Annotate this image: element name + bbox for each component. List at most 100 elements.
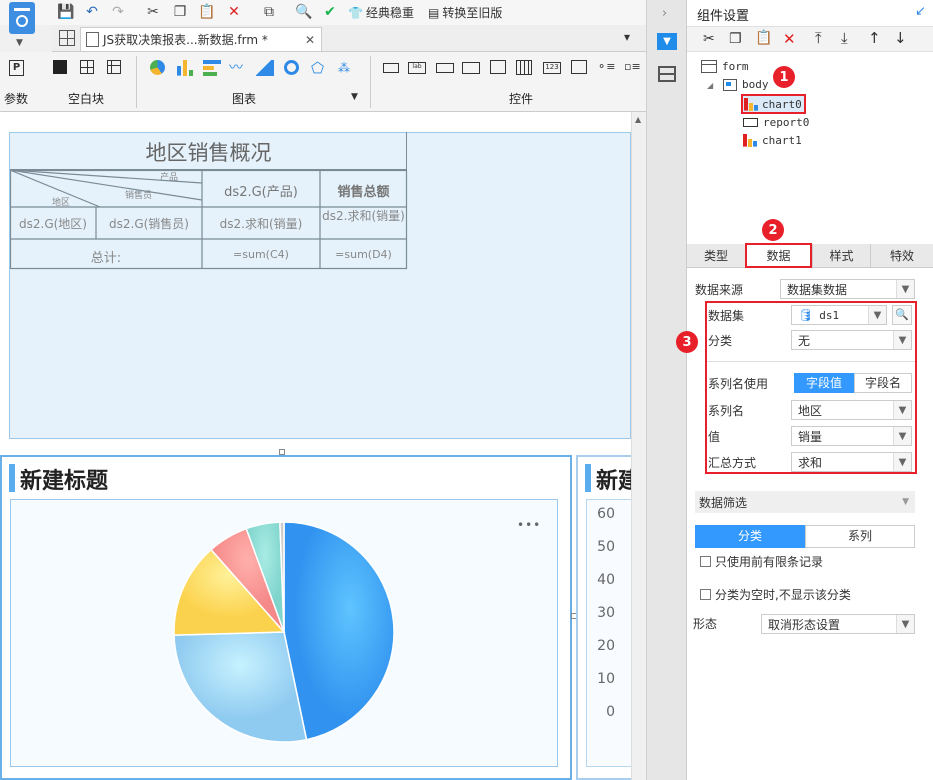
radio-widget-icon[interactable]: ⚬≡ bbox=[597, 60, 615, 76]
limit-records-checkbox[interactable]: 只使用前有限条记录 bbox=[700, 553, 823, 570]
paste-icon[interactable]: 📋 bbox=[197, 3, 217, 21]
seg-field-name[interactable]: 字段名 bbox=[854, 373, 912, 393]
value-select[interactable]: 销量 ▼ bbox=[791, 426, 912, 446]
move-top-icon[interactable]: ⤒ bbox=[815, 29, 822, 47]
tab-style[interactable]: 样式 bbox=[812, 244, 870, 268]
gauge-chart-icon[interactable] bbox=[284, 60, 299, 75]
col-product-cell[interactable]: ds2.G(产品) bbox=[202, 181, 320, 200]
redo-icon[interactable]: ↷ bbox=[108, 3, 128, 21]
tab-menu-icon[interactable]: ▾ bbox=[624, 30, 630, 44]
tab-data[interactable]: 数据 bbox=[745, 243, 812, 268]
tree-item-form[interactable]: form bbox=[701, 60, 749, 73]
date-widget-icon[interactable] bbox=[490, 60, 506, 74]
app-logo-icon[interactable] bbox=[9, 2, 35, 34]
total-label-cell[interactable]: 总计: bbox=[10, 247, 202, 266]
move-down-icon[interactable]: ↓ bbox=[894, 29, 907, 47]
tree-item-body[interactable]: body bbox=[723, 78, 769, 91]
number-widget-icon[interactable]: 123 bbox=[543, 62, 561, 74]
bar-chart-icon[interactable] bbox=[177, 60, 195, 76]
filter-tab-category[interactable]: 分类 bbox=[695, 525, 805, 548]
label-widget-icon[interactable] bbox=[383, 63, 399, 73]
step-badge-1: 1 bbox=[773, 66, 795, 88]
cut-icon[interactable]: ✂ bbox=[703, 31, 715, 47]
dataset-select[interactable]: 🛢 ds1 ▼ bbox=[791, 305, 887, 325]
sum-cell[interactable]: ds2.求和(销量) bbox=[202, 215, 320, 232]
hide-empty-category-checkbox[interactable]: 分类为空时,不显示该分类 bbox=[700, 586, 851, 603]
formula-cell-1[interactable]: =sum(C4) bbox=[202, 248, 320, 261]
pie-slice-1[interactable] bbox=[173, 631, 308, 743]
aggregation-select[interactable]: 求和 ▼ bbox=[791, 452, 912, 472]
convert-legacy-button[interactable]: ▤ 转换至旧版 bbox=[428, 4, 502, 21]
cut-icon[interactable]: ✂ bbox=[143, 3, 163, 21]
undo-icon[interactable]: ↶ bbox=[82, 3, 102, 21]
blank-grid-icon[interactable] bbox=[80, 60, 94, 74]
form-select[interactable]: 取消形态设置 ▼ bbox=[761, 614, 915, 634]
hbar-chart-icon[interactable] bbox=[203, 60, 221, 76]
series-name-label: 系列名 bbox=[708, 403, 745, 418]
blank-table-icon[interactable] bbox=[107, 60, 121, 74]
copy-icon[interactable]: ❐ bbox=[729, 31, 742, 47]
move-up-icon[interactable]: ↑ bbox=[868, 29, 881, 47]
text-field-widget-icon[interactable]: lab bbox=[408, 62, 426, 74]
series-name-select[interactable]: 地区 ▼ bbox=[791, 400, 912, 420]
input-widget-icon[interactable] bbox=[436, 63, 454, 73]
checkbox-widget-icon[interactable]: ▫≡ bbox=[624, 60, 642, 76]
calendar-widget-icon[interactable] bbox=[516, 60, 532, 75]
preview-icon[interactable]: ⧉ bbox=[259, 3, 279, 21]
logo-dropdown-icon[interactable]: ▼ bbox=[16, 38, 23, 48]
save-icon[interactable]: 💾 bbox=[56, 3, 76, 21]
col-total-cell[interactable]: 销售总额 bbox=[320, 181, 407, 200]
vertical-scrollbar[interactable]: ▲ bbox=[631, 112, 646, 780]
delete-icon[interactable]: ✕ bbox=[224, 3, 244, 21]
classic-theme-button[interactable]: 👕 经典稳重 bbox=[348, 4, 414, 21]
pin-icon[interactable]: ↙ bbox=[915, 4, 926, 19]
tab-type[interactable]: 类型 bbox=[687, 244, 745, 268]
data-source-select[interactable]: 数据集数据 ▼ bbox=[780, 279, 915, 299]
report-block[interactable]: 地区销售概况 产品 销售员 地区 ds2.G(产品) 销售总额 ds2.G(地区… bbox=[9, 132, 631, 439]
filter-tab-series[interactable]: 系列 bbox=[805, 525, 915, 548]
formula-cell-2[interactable]: =sum(D4) bbox=[320, 248, 407, 261]
chart-plot-area[interactable]: ••• bbox=[10, 499, 558, 767]
list-widget-icon[interactable] bbox=[571, 60, 587, 74]
grid-view-icon[interactable] bbox=[59, 30, 75, 46]
chart-expand-icon[interactable]: ▼ bbox=[351, 92, 358, 102]
sum-cell-2[interactable]: ds2.求和(销量) bbox=[320, 209, 407, 239]
design-canvas[interactable]: 地区销售概况 产品 销售员 地区 ds2.G(产品) 销售总额 ds2.G(地区… bbox=[0, 112, 631, 780]
delete-icon[interactable]: ✕ bbox=[783, 30, 796, 48]
salesman-cell[interactable]: ds2.G(销售员) bbox=[96, 215, 202, 232]
paste-icon[interactable]: 📋 bbox=[755, 30, 772, 46]
data-filter-header[interactable]: 数据筛选 ▼ bbox=[695, 491, 915, 513]
area-chart-icon[interactable] bbox=[256, 60, 274, 76]
copy-icon[interactable]: ❐ bbox=[170, 3, 190, 21]
close-tab-icon[interactable]: ✕ bbox=[305, 33, 315, 47]
tab-effect[interactable]: 特效 bbox=[870, 244, 933, 268]
tree-item-report0[interactable]: report0 bbox=[743, 116, 809, 129]
dataset-search-button[interactable]: 🔍 bbox=[892, 305, 912, 325]
tree-expander-icon[interactable]: ◢ bbox=[707, 81, 713, 90]
tree-item-chart0[interactable]: chart0 bbox=[741, 94, 806, 114]
collapse-arrow-icon[interactable]: › bbox=[662, 6, 667, 21]
data-source-label: 数据来源 bbox=[695, 282, 744, 297]
parameter-icon[interactable]: P bbox=[9, 60, 24, 76]
tab-document[interactable]: JS获取决策报表...新数据.frm * ✕ bbox=[80, 27, 322, 51]
blank-absolute-icon[interactable] bbox=[53, 60, 67, 74]
pie-chart-icon[interactable] bbox=[150, 60, 165, 75]
tree-item-chart1[interactable]: chart1 bbox=[743, 133, 802, 147]
region-cell[interactable]: ds2.G(地区) bbox=[10, 215, 96, 232]
pie-slice-0[interactable] bbox=[283, 521, 395, 741]
component-settings-tab[interactable]: ▼ bbox=[657, 33, 677, 50]
scatter-chart-icon[interactable]: ⁂ bbox=[338, 60, 356, 76]
scroll-up-icon[interactable]: ▲ bbox=[635, 115, 641, 124]
radar-chart-icon[interactable]: ⬠ bbox=[311, 60, 329, 76]
chart0-block[interactable]: 新建标题 ••• bbox=[0, 455, 572, 780]
chart1-block[interactable]: 新建 60 50 40 30 20 10 0 bbox=[576, 455, 631, 780]
search-page-icon[interactable]: 🔍 bbox=[294, 3, 314, 21]
line-chart-icon[interactable]: 〰 bbox=[229, 60, 247, 76]
check-icon[interactable]: ✔ bbox=[320, 3, 340, 21]
seg-field-value[interactable]: 字段值 bbox=[794, 373, 854, 393]
move-bottom-icon[interactable]: ⤓ bbox=[841, 29, 848, 47]
combo-widget-icon[interactable] bbox=[462, 62, 480, 74]
widget-library-tab[interactable] bbox=[658, 66, 676, 82]
chart1-plot-area[interactable]: 60 50 40 30 20 10 0 bbox=[586, 499, 631, 767]
category-select[interactable]: 无 ▼ bbox=[791, 330, 912, 350]
